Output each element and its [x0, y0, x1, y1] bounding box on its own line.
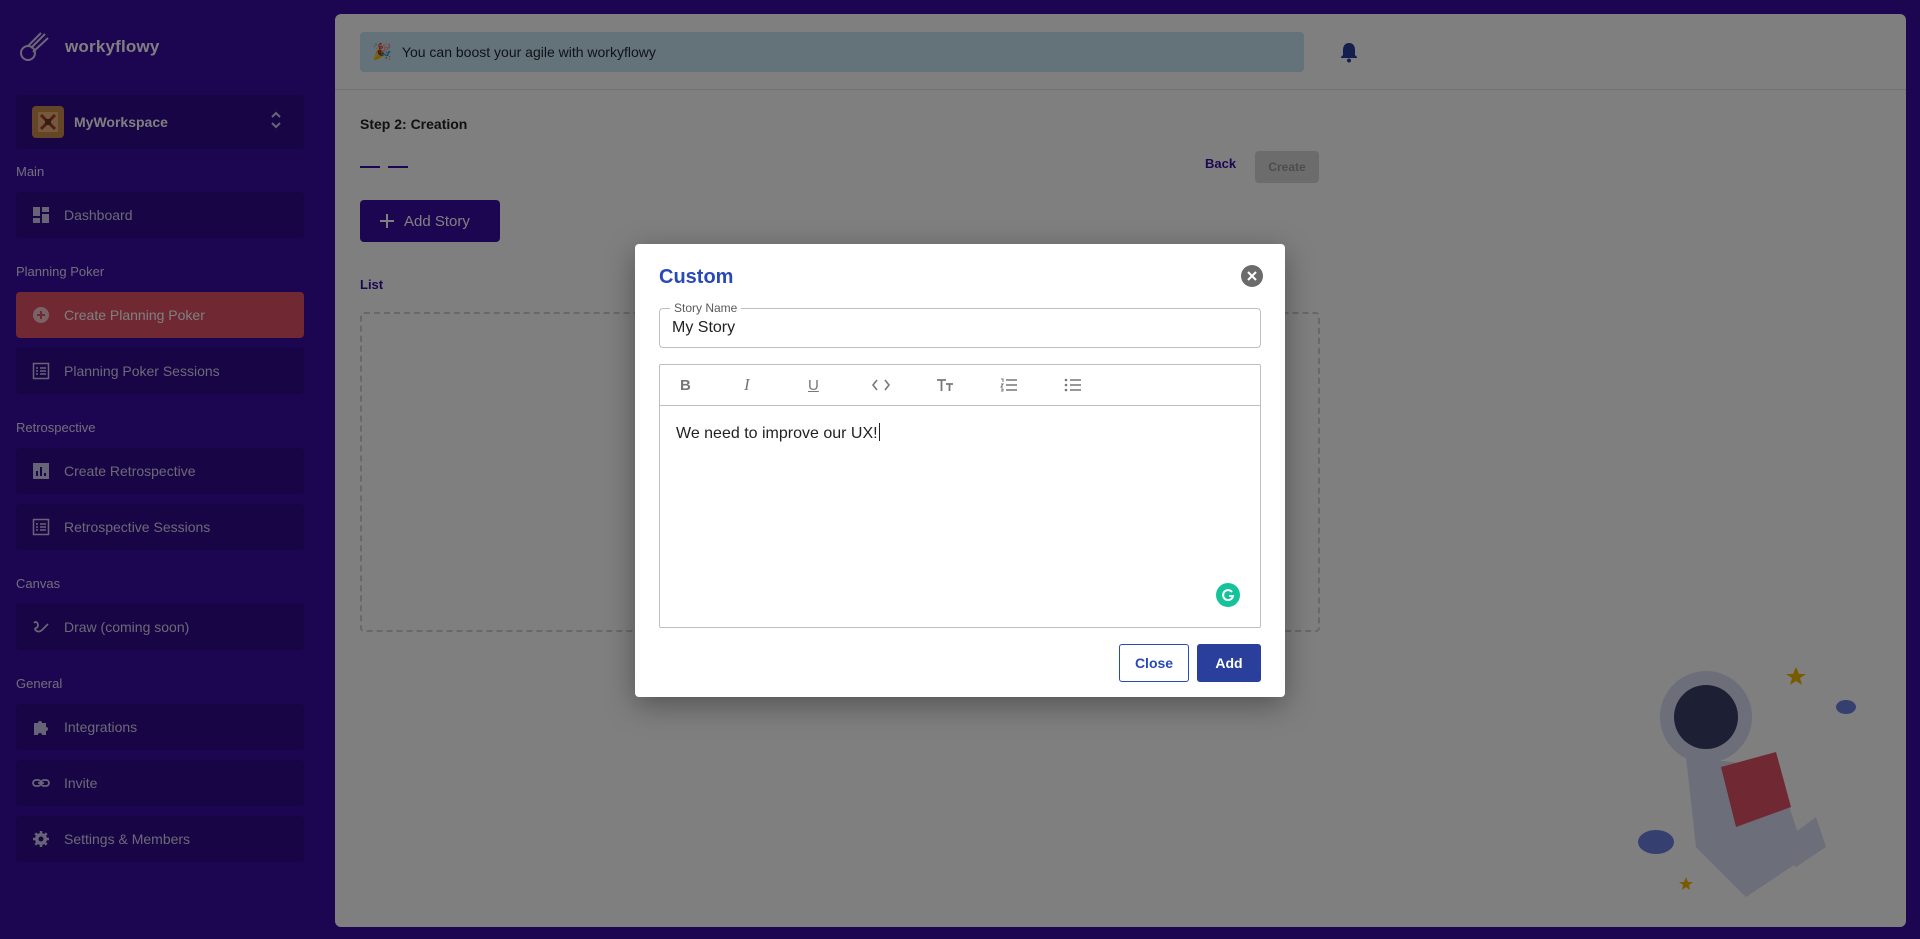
close-button[interactable]: Close: [1119, 644, 1189, 682]
custom-story-dialog: Custom Story Name B I U We need to impro…: [635, 244, 1285, 697]
story-name-input[interactable]: [672, 319, 1232, 337]
editor-content[interactable]: We need to improve our UX!: [676, 423, 880, 443]
rich-text-editor[interactable]: B I U We need to improve our UX!: [659, 364, 1261, 628]
ordered-list-icon[interactable]: [998, 370, 1062, 400]
grammarly-icon[interactable]: [1216, 583, 1240, 607]
close-icon[interactable]: [1241, 265, 1263, 287]
text-caret: [878, 423, 880, 441]
underline-icon[interactable]: U: [806, 370, 870, 400]
story-name-field[interactable]: Story Name: [659, 301, 1261, 348]
text-size-icon[interactable]: [934, 370, 998, 400]
code-icon[interactable]: [870, 370, 934, 400]
add-button[interactable]: Add: [1197, 644, 1261, 682]
italic-icon[interactable]: I: [742, 370, 806, 400]
editor-toolbar: B I U: [660, 365, 1260, 406]
bold-icon[interactable]: B: [678, 370, 742, 400]
story-name-label: Story Name: [670, 301, 742, 315]
dialog-title: Custom: [659, 266, 734, 288]
editor-text: We need to improve our UX!: [676, 425, 878, 442]
bullet-list-icon[interactable]: [1062, 370, 1126, 400]
